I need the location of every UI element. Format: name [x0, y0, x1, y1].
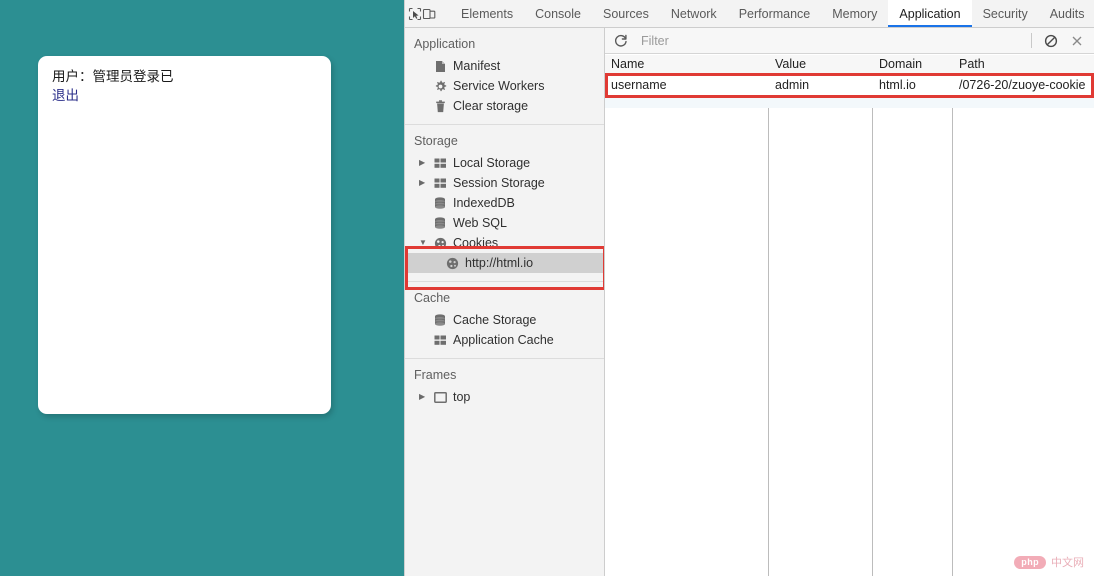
- watermark: php 中文网: [1014, 554, 1084, 570]
- devtools-panel: Elements Console Sources Network Perform…: [404, 0, 1094, 576]
- cookie-icon: [431, 237, 449, 250]
- sidebar-item-cache-storage[interactable]: Cache Storage: [405, 310, 604, 330]
- tab-network[interactable]: Network: [660, 0, 728, 27]
- database-icon: [431, 196, 449, 210]
- sidebar-item-service-workers[interactable]: Service Workers: [405, 76, 604, 96]
- gear-icon: [431, 80, 449, 93]
- sidebar-section-title-cache: Cache: [414, 291, 451, 305]
- application-sidebar: Application Manifest Service Workers Cle…: [405, 28, 605, 576]
- devtools-tabbar: Elements Console Sources Network Perform…: [405, 0, 1094, 28]
- chevron-right-icon[interactable]: ▶: [419, 173, 431, 193]
- sidebar-item-label: Web SQL: [453, 216, 507, 230]
- table-icon: [431, 335, 449, 346]
- cookie-icon: [443, 257, 461, 270]
- sidebar-item-label: Local Storage: [453, 156, 531, 170]
- chevron-right-icon[interactable]: ▶: [419, 153, 431, 173]
- column-header-value[interactable]: Value: [769, 55, 806, 74]
- table-icon: [431, 178, 449, 189]
- cell-domain[interactable]: html.io: [873, 75, 916, 96]
- trash-icon: [431, 99, 449, 113]
- document-icon: [431, 60, 449, 73]
- sidebar-item-label: Cookies: [453, 236, 499, 250]
- chevron-down-icon[interactable]: ▼: [419, 233, 431, 253]
- watermark-badge: php: [1014, 555, 1046, 569]
- sidebar-section-title-application: Application: [414, 37, 476, 51]
- sidebar-item-label: Manifest: [453, 59, 501, 73]
- sidebar-item-application-cache[interactable]: Application Cache: [405, 330, 604, 350]
- block-clear-icon[interactable]: [1038, 30, 1064, 52]
- sidebar-item-indexeddb[interactable]: IndexedDB: [405, 193, 604, 213]
- cell-value[interactable]: admin: [769, 75, 809, 96]
- filter-input[interactable]: [633, 31, 1025, 50]
- sidebar-item-top-frame[interactable]: ▶ top: [405, 387, 604, 407]
- table-row-stripe: [605, 96, 1094, 108]
- column-header-path[interactable]: Path: [953, 55, 985, 74]
- column-divider: [768, 55, 769, 576]
- sidebar-item-manifest[interactable]: Manifest: [405, 56, 604, 76]
- device-toolbar-icon[interactable]: [422, 0, 436, 27]
- sidebar-item-cookie-origin[interactable]: http://html.io: [405, 253, 604, 273]
- chevron-right-icon[interactable]: ▶: [419, 387, 431, 407]
- sidebar-item-label: Application Cache: [453, 333, 554, 347]
- cookies-content-panel: Name Value Domain Path username admin ht…: [605, 28, 1094, 576]
- sidebar-item-label: IndexedDB: [453, 196, 515, 210]
- card-text-block: 用户：管理员登录已 退出: [52, 67, 174, 105]
- tab-memory[interactable]: Memory: [821, 0, 888, 27]
- web-page-area: 用户：管理员登录已 退出: [0, 0, 404, 576]
- sidebar-item-clear-storage[interactable]: Clear storage: [405, 96, 604, 116]
- tab-audits[interactable]: Audits: [1039, 0, 1094, 27]
- sidebar-item-label: Service Workers: [453, 79, 545, 93]
- filterbar-divider: [1031, 33, 1032, 48]
- column-header-name[interactable]: Name: [605, 55, 644, 74]
- table-gridlines: [605, 55, 1094, 576]
- tab-sources[interactable]: Sources: [592, 0, 660, 27]
- sidebar-section-cache: Cache Cache Storage Application Cache: [405, 282, 604, 350]
- logout-link[interactable]: 退出: [52, 86, 174, 105]
- table-row[interactable]: username admin html.io /0726-20/zuoye-co…: [605, 75, 1094, 96]
- sidebar-item-cookies[interactable]: ▼ Cookies: [405, 233, 604, 253]
- tab-security[interactable]: Security: [972, 0, 1039, 27]
- database-icon: [431, 216, 449, 230]
- sidebar-section-title-storage: Storage: [414, 134, 458, 148]
- close-icon[interactable]: [1064, 30, 1090, 52]
- cell-path[interactable]: /0726-20/zuoye-cookie: [953, 75, 1085, 96]
- sidebar-item-label: top: [453, 390, 471, 404]
- column-divider: [872, 55, 873, 576]
- table-icon: [431, 158, 449, 169]
- cookies-filter-bar: [605, 28, 1094, 54]
- sidebar-item-web-sql[interactable]: Web SQL: [405, 213, 604, 233]
- refresh-icon[interactable]: [609, 30, 633, 52]
- sidebar-item-session-storage[interactable]: ▶ Session Storage: [405, 173, 604, 193]
- column-divider: [952, 55, 953, 576]
- sidebar-section-storage: Storage ▶ Local Storage ▶ Session Storag…: [405, 125, 604, 273]
- sidebar-section-frames: Frames ▶ top: [405, 359, 604, 407]
- cookies-table: Name Value Domain Path username admin ht…: [605, 55, 1094, 576]
- tab-application[interactable]: Application: [888, 0, 972, 27]
- tab-elements[interactable]: Elements: [450, 0, 524, 27]
- watermark-text: 中文网: [1051, 557, 1084, 569]
- sidebar-section-application: Application Manifest Service Workers Cle…: [405, 28, 604, 116]
- user-status-text: 用户：管理员登录已: [52, 69, 174, 84]
- login-status-card: 用户：管理员登录已 退出: [38, 56, 331, 414]
- table-header-row: Name Value Domain Path: [605, 55, 1094, 74]
- sidebar-item-label: Cache Storage: [453, 313, 537, 327]
- sidebar-item-label: Clear storage: [453, 99, 529, 113]
- database-icon: [431, 313, 449, 327]
- sidebar-section-title-frames: Frames: [414, 368, 457, 382]
- inspect-cursor-icon[interactable]: [408, 0, 422, 27]
- tab-performance[interactable]: Performance: [728, 0, 822, 27]
- sidebar-item-local-storage[interactable]: ▶ Local Storage: [405, 153, 604, 173]
- frame-icon: [431, 391, 449, 403]
- sidebar-item-label: http://html.io: [465, 256, 534, 270]
- cell-name[interactable]: username: [605, 75, 667, 96]
- sidebar-item-label: Session Storage: [453, 176, 545, 190]
- column-header-domain[interactable]: Domain: [873, 55, 922, 74]
- tab-console[interactable]: Console: [524, 0, 592, 27]
